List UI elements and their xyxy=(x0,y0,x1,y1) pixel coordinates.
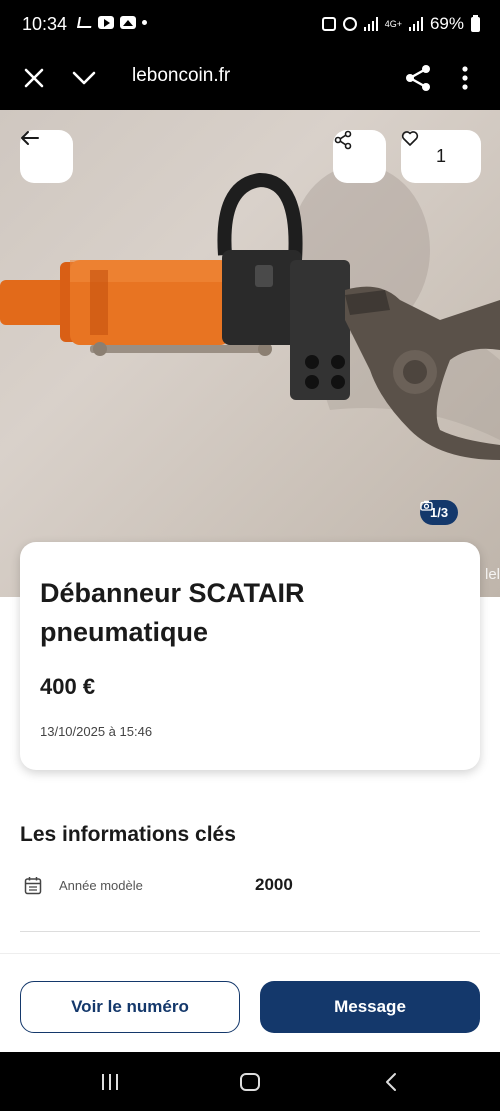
listing-content: Débanneur SCATAIR pneumatique 400 € 13/1… xyxy=(0,542,500,953)
info-value: 2000 xyxy=(255,875,293,894)
recent-apps-icon[interactable] xyxy=(102,1074,122,1090)
lock-icon xyxy=(321,17,336,31)
share-icon[interactable] xyxy=(402,62,434,94)
browser-toolbar: leboncoin.fr xyxy=(0,50,500,110)
listing-photo[interactable]: 1 1/3 lel xyxy=(0,110,500,597)
message-button[interactable]: Message xyxy=(260,981,480,1033)
status-bar: 10:34 4G+ 69% xyxy=(0,0,500,50)
favorite-count: 1 xyxy=(435,146,446,166)
listing-price: 400 € xyxy=(40,674,96,699)
product-image xyxy=(0,165,500,460)
listing-summary-card: Débanneur SCATAIR pneumatique 400 € 13/1… xyxy=(20,542,480,770)
chevron-down-icon[interactable] xyxy=(70,64,98,92)
divider xyxy=(20,931,480,932)
info-label: Année modèle xyxy=(59,878,143,893)
cell-signal-icon xyxy=(408,17,423,31)
more-vertical-icon[interactable] xyxy=(455,64,475,92)
heart-icon xyxy=(401,131,419,146)
share-listing-button[interactable] xyxy=(333,130,386,183)
contact-action-bar: Voir le numéro Message xyxy=(0,953,500,1052)
page-url[interactable]: leboncoin.fr xyxy=(132,65,230,87)
battery-percent: 69% xyxy=(429,14,464,33)
calendar-icon xyxy=(24,877,42,895)
youtube-icon xyxy=(98,16,114,29)
share-icon xyxy=(334,130,352,150)
alarm-icon xyxy=(342,17,357,31)
favorite-button[interactable]: 1 xyxy=(401,130,481,183)
close-icon[interactable] xyxy=(20,64,48,92)
listing-title: Débanneur SCATAIR pneumatique xyxy=(40,578,305,647)
show-phone-button[interactable]: Voir le numéro xyxy=(20,981,240,1033)
battery-icon xyxy=(471,14,480,32)
network-type: 4G+ xyxy=(384,19,402,29)
next-photo-peek: lel xyxy=(484,566,500,583)
notification-icons xyxy=(77,16,147,29)
info-row-model-year: Année modèle 2000 xyxy=(20,873,480,903)
gallery-icon xyxy=(120,16,136,29)
more-notifications-icon xyxy=(142,20,147,25)
home-icon[interactable] xyxy=(240,1073,260,1091)
back-button[interactable] xyxy=(20,130,73,183)
cast-icon xyxy=(77,17,93,28)
photo-counter-badge: 1/3 xyxy=(420,500,459,525)
back-icon[interactable] xyxy=(382,1072,400,1092)
status-time: 10:34 xyxy=(22,14,68,34)
listing-date: 13/10/2025 à 15:46 xyxy=(40,724,153,739)
system-navigation-bar xyxy=(0,1052,500,1111)
key-info-title: Les informations clés xyxy=(20,823,236,846)
arrow-left-icon xyxy=(21,131,39,145)
system-icons: 4G+ 69% xyxy=(321,14,480,34)
wifi-signal-icon xyxy=(363,17,378,31)
camera-icon xyxy=(420,500,433,511)
